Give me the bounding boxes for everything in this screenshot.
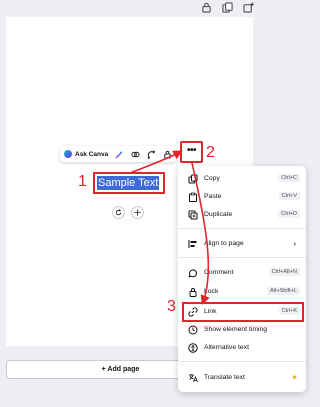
menu-divider <box>178 228 306 229</box>
menu-item-label: Alternative text <box>204 344 249 351</box>
menu-item-label: Lock <box>204 288 219 295</box>
annotation-step-2: 2 <box>206 144 215 161</box>
accessibility-icon <box>187 342 198 353</box>
page-actions <box>200 1 254 13</box>
move-icon[interactable] <box>131 206 144 219</box>
menu-item-lock[interactable]: Lock Alt+Shift+L <box>178 283 306 300</box>
add-page-icon[interactable] <box>242 1 254 13</box>
annotation-step-1: 1 <box>78 173 87 190</box>
translate-icon <box>187 372 198 383</box>
menu-item-show-element-timing[interactable]: Show element timing <box>178 321 306 338</box>
menu-item-comment[interactable]: Comment Ctrl+Alt+N <box>178 264 306 281</box>
align-icon <box>187 238 198 249</box>
rotate-icon[interactable] <box>112 206 125 219</box>
copy-style-icon[interactable] <box>130 149 140 159</box>
comment-icon <box>187 267 198 278</box>
menu-item-label: Show element timing <box>204 326 268 333</box>
menu-item-label: Translate text <box>204 374 245 381</box>
magic-wand-icon[interactable] <box>114 149 124 159</box>
shortcut-badge: Ctrl+C <box>278 174 300 182</box>
duplicate-icon <box>187 209 198 220</box>
shortcut-badge: Alt+Shift+L <box>267 287 300 295</box>
shortcut-badge: Ctrl+D <box>278 210 300 218</box>
more-icon: ••• <box>186 144 197 156</box>
lock-icon <box>187 286 198 297</box>
duplicate-page-icon[interactable] <box>221 1 233 13</box>
menu-divider <box>178 257 306 258</box>
menu-item-label: Comment <box>204 269 234 276</box>
paste-icon <box>187 191 198 202</box>
menu-divider <box>178 361 306 362</box>
more-options-button[interactable]: ••• <box>180 141 203 163</box>
canva-logo-icon <box>64 150 72 158</box>
ask-canva-label: Ask Canva <box>75 150 109 158</box>
menu-item-paste[interactable]: Paste Ctrl+V <box>178 188 306 205</box>
menu-item-copy[interactable]: Copy Ctrl+C <box>178 170 306 187</box>
timing-icon <box>187 324 198 335</box>
context-toolbar: Ask Canva <box>60 146 177 162</box>
sample-text[interactable]: Sample Text <box>97 176 160 190</box>
menu-item-translate-text[interactable]: Translate text ✦ <box>178 369 306 386</box>
lock-element-icon[interactable] <box>162 149 172 159</box>
element-controls <box>112 206 144 219</box>
link-highlight <box>182 302 304 322</box>
menu-item-align-to-page[interactable]: Align to page › <box>178 235 306 252</box>
ask-canva-button[interactable]: Ask Canva <box>64 150 108 158</box>
context-menu: Copy Ctrl+C Paste Ctrl+V Duplicate Ctrl+… <box>178 166 306 392</box>
menu-item-label: Duplicate <box>204 211 233 218</box>
comment-icon[interactable] <box>146 149 156 159</box>
menu-item-duplicate[interactable]: Duplicate Ctrl+D <box>178 206 306 223</box>
menu-item-label: Copy <box>204 175 220 182</box>
shortcut-badge: Ctrl+Alt+N <box>268 268 300 276</box>
lock-icon[interactable] <box>200 1 212 13</box>
selected-text-element[interactable]: Sample Text <box>93 172 165 194</box>
copy-icon <box>187 173 198 184</box>
menu-item-label: Align to page <box>204 240 244 247</box>
premium-star-icon: ✦ <box>291 373 298 382</box>
shortcut-badge: Ctrl+V <box>278 192 300 200</box>
chevron-right-icon: › <box>293 239 296 248</box>
menu-item-label: Paste <box>204 193 222 200</box>
menu-item-alternative-text[interactable]: Alternative text <box>178 339 306 356</box>
annotation-step-3: 3 <box>167 298 176 315</box>
